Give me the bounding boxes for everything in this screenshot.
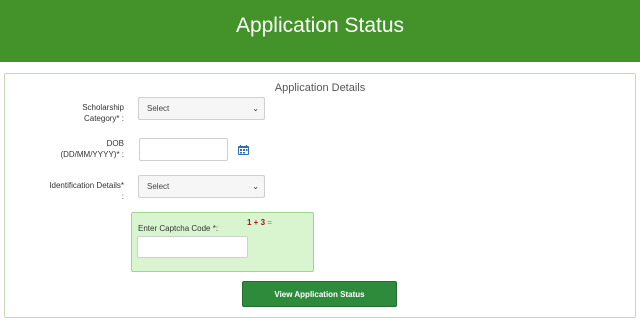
page-title: Application Status (235, 14, 405, 37)
identification-details-select[interactable]: Select ⌄ (138, 175, 265, 198)
panel-title: Application Details (274, 82, 366, 94)
chevron-down-icon: ⌄ (252, 182, 259, 191)
identification-details-value: Select (147, 182, 170, 191)
captcha-question: 1 + 3 = (247, 218, 272, 227)
captcha-box: Enter Captcha Code *: 1 + 3 = (131, 212, 314, 272)
scholarship-category-select[interactable]: Select ⌄ (138, 97, 265, 120)
view-application-status-button[interactable]: View Application Status (242, 281, 397, 307)
scholarship-category-value: Select (147, 104, 170, 113)
captcha-input[interactable] (137, 236, 248, 258)
page-header: Application Status (0, 0, 640, 62)
scholarship-category-label: Scholarship Category* : (82, 103, 124, 123)
calendar-icon[interactable] (238, 145, 249, 155)
identification-details-label: Identification Details* : (49, 181, 124, 201)
dob-label: DOB (DD/MM/YYYY)* : (60, 139, 124, 159)
captcha-label: Enter Captcha Code *: (138, 224, 219, 233)
dob-input[interactable] (139, 138, 228, 161)
chevron-down-icon: ⌄ (252, 104, 259, 113)
